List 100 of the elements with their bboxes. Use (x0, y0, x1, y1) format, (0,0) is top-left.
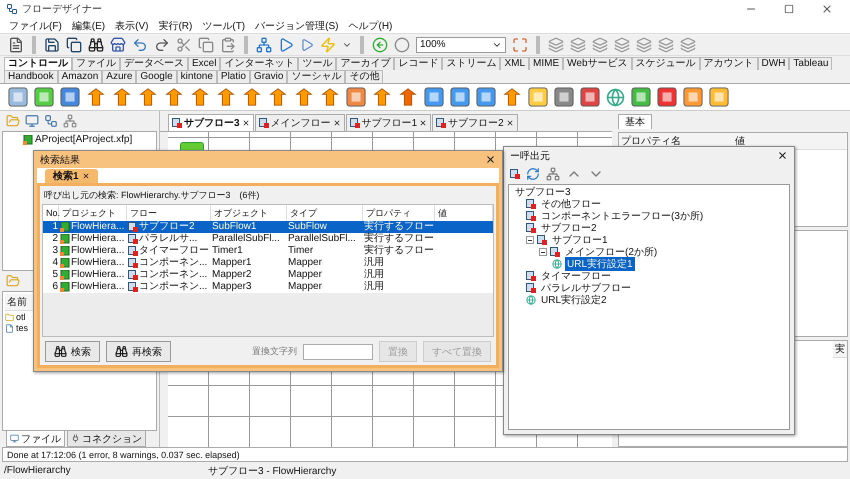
tile-icon[interactable] (450, 87, 470, 107)
palette-tab[interactable]: Handbook (4, 70, 58, 83)
tile-icon[interactable] (476, 87, 496, 107)
palette-tab[interactable]: Platio (216, 70, 250, 83)
palette-tab[interactable]: インターネット (220, 57, 298, 70)
close-icon[interactable] (419, 119, 428, 127)
close-icon[interactable] (242, 119, 250, 127)
palette-tab[interactable]: ソーシャル (287, 70, 346, 83)
hierarchy-icon[interactable] (546, 167, 560, 181)
network-icon[interactable] (63, 114, 77, 128)
refresh-icon[interactable] (526, 167, 540, 181)
tile-icon[interactable] (683, 87, 703, 107)
result-row[interactable]: 5 FlowHiera... コンポーネン... Mapper2 Mapper 汎用 (43, 269, 493, 281)
palette-tab[interactable]: アーカイブ (336, 57, 394, 70)
tile-icon[interactable] (631, 87, 651, 107)
arrow-icon[interactable] (164, 87, 184, 107)
tile-icon[interactable] (528, 87, 548, 107)
palette-tab[interactable]: kintone (176, 70, 217, 83)
result-row[interactable]: 2 FlowHiera... パラレルサ... ParallelSubFl... ParallelSubFl... 実行するフロー (43, 233, 493, 245)
palette-tab[interactable]: Webサービス (563, 57, 632, 70)
search-button[interactable]: 検索 (45, 341, 100, 362)
zoom-dropdown[interactable]: 100% (416, 36, 506, 52)
palette-tab[interactable]: Azure (102, 70, 136, 83)
monitor-icon[interactable] (25, 114, 39, 128)
close-icon[interactable] (777, 150, 788, 161)
replace-input-field[interactable] (303, 344, 373, 360)
play-icon[interactable] (278, 36, 294, 52)
menu-item[interactable]: バージョン管理(S) (250, 18, 344, 32)
tile-icon[interactable] (580, 87, 600, 107)
stop-icon[interactable] (394, 36, 410, 52)
palette-tab[interactable]: レコード (394, 57, 442, 70)
search-button[interactable]: 再検索 (106, 341, 171, 362)
tree-item[interactable]: メインフロー(2か所) (563, 245, 660, 259)
arrow-icon[interactable] (320, 87, 340, 107)
tree-item[interactable]: その他フロー (539, 197, 603, 211)
menu-item[interactable]: ツール(T) (197, 18, 250, 32)
editor-tab[interactable]: サブフロー1 (346, 114, 432, 131)
palette-tab[interactable]: Gravio (250, 70, 288, 83)
menu-item[interactable]: 表示(V) (110, 18, 154, 32)
palette-tab[interactable]: データベース (120, 57, 188, 70)
menu-item[interactable]: 実行(R) (153, 18, 198, 32)
tile-icon[interactable] (554, 87, 574, 107)
close-icon[interactable] (332, 119, 341, 127)
file-name[interactable]: tes (16, 323, 28, 333)
arrow-icon[interactable] (372, 87, 392, 107)
paste-icon[interactable] (220, 36, 236, 52)
result-row[interactable]: 3 FlowHiera... タイマーフロー Timer1 Timer 実行するフロー (43, 245, 493, 257)
redo-icon[interactable] (154, 36, 170, 52)
back-icon[interactable] (372, 36, 388, 52)
tile-icon[interactable] (709, 87, 729, 107)
palette-tab[interactable]: ツール (298, 57, 336, 70)
document-icon[interactable] (8, 36, 24, 52)
fit-icon[interactable] (512, 36, 528, 52)
expand-toggle-icon[interactable] (526, 236, 534, 244)
editor-tab[interactable]: メインフロー (254, 114, 345, 131)
arrow-icon[interactable] (86, 87, 106, 107)
palette-tab[interactable]: ファイル (72, 57, 120, 70)
menu-item[interactable]: 編集(E) (66, 18, 110, 32)
palette-tab[interactable]: DWH (758, 57, 790, 70)
binoculars-icon[interactable] (88, 36, 104, 52)
menu-item[interactable]: ヘルプ(H) (343, 18, 398, 32)
palette-tab[interactable]: Amazon (58, 70, 102, 83)
arrow-icon[interactable] (216, 87, 236, 107)
palette-tab[interactable]: Tableau (789, 57, 832, 70)
tile-icon[interactable] (60, 87, 80, 107)
tree-item[interactable]: サブフロー2 (539, 221, 599, 235)
tree-item[interactable]: サブフロー3 (513, 185, 573, 199)
tile-icon[interactable] (346, 87, 366, 107)
tree-item[interactable]: サブフロー1 (550, 233, 610, 247)
arrow-icon[interactable] (138, 87, 158, 107)
editor-tab[interactable]: サブフロー3 (168, 114, 254, 131)
arrow-icon[interactable] (112, 87, 132, 107)
tree-item[interactable]: パラレルサブフロー (539, 281, 633, 295)
arrow-icon[interactable] (242, 87, 262, 107)
palette-tab[interactable]: スケジュール (632, 57, 700, 70)
result-row[interactable]: 1 FlowHiera... サブフロー2 SubFlow1 SubFlow 実行するフロー (43, 221, 493, 233)
arrow-icon[interactable] (268, 87, 288, 107)
undo-icon[interactable] (132, 36, 148, 52)
arrow-icon[interactable] (502, 87, 522, 107)
file-name[interactable]: otl (16, 312, 26, 322)
palette-tab[interactable]: XML (500, 57, 530, 70)
palette-tab[interactable]: アカウント (700, 57, 758, 70)
flow-icon[interactable] (510, 169, 520, 179)
tile-icon[interactable] (424, 87, 444, 107)
palette-tab[interactable]: ストリーム (442, 57, 500, 70)
result-row[interactable]: 4 FlowHiera... コンポーネン... Mapper1 Mapper 汎用 (43, 257, 493, 269)
save-icon[interactable] (44, 36, 60, 52)
cut-icon[interactable] (176, 36, 192, 52)
tree-item[interactable]: URL実行設定2 (539, 293, 609, 307)
tree-item[interactable]: タイマーフロー (539, 269, 613, 283)
menu-item[interactable]: ファイル(F) (4, 18, 67, 32)
tile-icon[interactable] (34, 87, 54, 107)
panel-tab[interactable]: 基本 (618, 114, 652, 129)
panel-tab[interactable]: ファイル (6, 431, 65, 447)
close-icon[interactable] (485, 154, 496, 165)
copy-icon[interactable] (198, 36, 214, 52)
palette-tab[interactable]: MIME (529, 57, 564, 70)
result-tab[interactable]: 検索1 (45, 169, 98, 183)
arrow-icon[interactable] (190, 87, 210, 107)
store-icon[interactable] (110, 36, 126, 52)
